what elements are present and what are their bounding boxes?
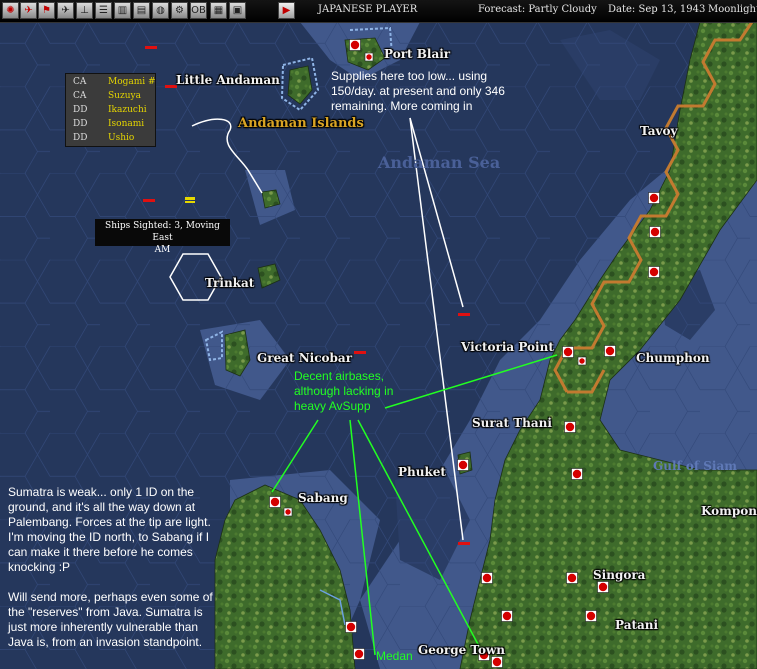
label-sabang[interactable]: Sabang: [298, 491, 348, 505]
intel-chart-icon[interactable]: ▤: [133, 2, 150, 19]
airbase-icon[interactable]: ✈: [57, 2, 74, 19]
orders-of-battle-icon[interactable]: OB: [190, 2, 207, 19]
naval-flag-icon[interactable]: ⚑: [38, 2, 55, 19]
sighted-enemy-ships[interactable]: [185, 197, 195, 203]
airbase-marker[interactable]: [649, 226, 661, 238]
annotation-supplies: Supplies here too low... using 150/day. …: [331, 69, 505, 113]
sighted-line2: AM: [154, 245, 171, 255]
label-port-blair[interactable]: Port Blair: [384, 47, 450, 61]
label-great-nicobar[interactable]: Great Nicobar: [257, 351, 352, 365]
player-side-label: JAPANESE PLAYER: [318, 4, 418, 15]
label-tavoy[interactable]: Tavoy: [640, 124, 678, 138]
ship-class: DD: [73, 119, 88, 129]
label-andaman-sea: Andaman Sea: [378, 153, 501, 172]
aircraft-icon[interactable]: ✈: [20, 2, 37, 19]
task-force-ship-row[interactable]: CA Suzuya: [66, 90, 155, 103]
task-force-panel[interactable]: CA Mogami # CA Suzuya DD Ikazuchi DD Isonami DD U…: [65, 73, 156, 147]
ship-class: CA: [73, 91, 87, 101]
airbase-marker[interactable]: [491, 656, 503, 668]
label-gulf-of-siam: Gulf of Siam: [653, 459, 737, 473]
airbase-marker[interactable]: [648, 192, 660, 204]
production-icon[interactable]: ▥: [114, 2, 131, 19]
unit-list-icon[interactable]: ☰: [95, 2, 112, 19]
label-chumphon[interactable]: Chumphon: [636, 351, 710, 365]
label-phuket[interactable]: Phuket: [398, 465, 446, 479]
airbase-marker[interactable]: [481, 572, 493, 584]
airbase-marker[interactable]: [571, 468, 583, 480]
ground-unit-icon[interactable]: ⊥: [76, 2, 93, 19]
sighted-line1: Ships Sighted: 3, Moving East: [105, 221, 220, 243]
label-singora[interactable]: Singora: [593, 568, 645, 582]
airbase-marker[interactable]: [364, 52, 374, 62]
task-force-ship-row[interactable]: DD Ikazuchi: [66, 104, 155, 117]
label-trinkat[interactable]: Trinkat: [205, 276, 254, 290]
weather-forecast: Forecast: Partly Cloudy: [478, 4, 597, 15]
ship-class: CA: [73, 77, 87, 87]
end-turn-play-icon[interactable]: ▶: [278, 2, 295, 19]
airbase-marker[interactable]: [562, 346, 574, 358]
airbase-marker[interactable]: [349, 39, 361, 51]
airbase-marker[interactable]: [566, 572, 578, 584]
task-force-ship-row[interactable]: CA Mogami #: [66, 76, 156, 89]
settings-gear-icon[interactable]: ⚙: [171, 2, 188, 19]
ship-name: Ushio: [108, 133, 135, 143]
game-date: Date: Sep 13, 1943: [608, 4, 706, 15]
airbase-marker[interactable]: [283, 507, 293, 517]
annotation-airbases: Decent airbases, although lacking in hea…: [294, 369, 394, 413]
ship-name: Isonami: [108, 119, 145, 129]
moonlight-label: Moonlight:: [708, 4, 757, 15]
game-window: ✺ ✈ ⚑ ✈ ⊥ ☰ ▥ ▤ ◍ ⚙ OB ▦ ▣ ▶ JAPANESE PLAYER Forecast…: [0, 0, 757, 669]
task-force-ship-row[interactable]: DD Ushio: [66, 132, 155, 145]
annotation-sumatra: Sumatra is weak... only 1 ID on the grou…: [8, 485, 213, 649]
airbase-marker[interactable]: [501, 610, 513, 622]
label-little-andaman[interactable]: Little Andaman: [176, 73, 280, 87]
airbase-marker[interactable]: [597, 581, 609, 593]
label-patani[interactable]: Patani: [615, 618, 658, 632]
label-george-town[interactable]: George Town: [418, 643, 505, 657]
label-victoria-point[interactable]: Victoria Point: [461, 340, 554, 354]
task-force-ship-row[interactable]: DD Isonami: [66, 118, 155, 131]
ship-name: Suzuya: [108, 91, 141, 101]
airbase-marker[interactable]: [353, 648, 365, 660]
airbase-marker[interactable]: [585, 610, 597, 622]
annotation-medan: Medan: [376, 649, 413, 663]
airbase-marker[interactable]: [648, 266, 660, 278]
ship-class: DD: [73, 133, 88, 143]
top-toolbar: ✺ ✈ ⚑ ✈ ⊥ ☰ ▥ ▤ ◍ ⚙ OB ▦ ▣ ▶ JAPANESE PLAYER Forecast…: [0, 0, 757, 23]
ship-name: Mogami #: [108, 77, 156, 87]
label-surat-thani[interactable]: Surat Thani: [472, 416, 552, 430]
ship-name: Ikazuchi: [108, 105, 147, 115]
globe-icon[interactable]: ◍: [152, 2, 169, 19]
airbase-marker[interactable]: [269, 496, 281, 508]
label-andaman-islands: Andaman Islands: [238, 116, 364, 131]
ship-class: DD: [73, 105, 88, 115]
airbase-marker[interactable]: [564, 421, 576, 433]
ships-sighted-tooltip: Ships Sighted: 3, Moving East AM: [95, 219, 230, 255]
airbase-marker[interactable]: [457, 459, 469, 471]
save-disk-icon[interactable]: ▣: [229, 2, 246, 19]
reports-icon[interactable]: ▦: [210, 2, 227, 19]
airbase-marker[interactable]: [577, 356, 587, 366]
rising-sun-flag-icon[interactable]: ✺: [2, 2, 19, 19]
airbase-marker[interactable]: [345, 621, 357, 633]
label-kompong[interactable]: Kompong: [701, 504, 757, 518]
airbase-marker[interactable]: [604, 345, 616, 357]
